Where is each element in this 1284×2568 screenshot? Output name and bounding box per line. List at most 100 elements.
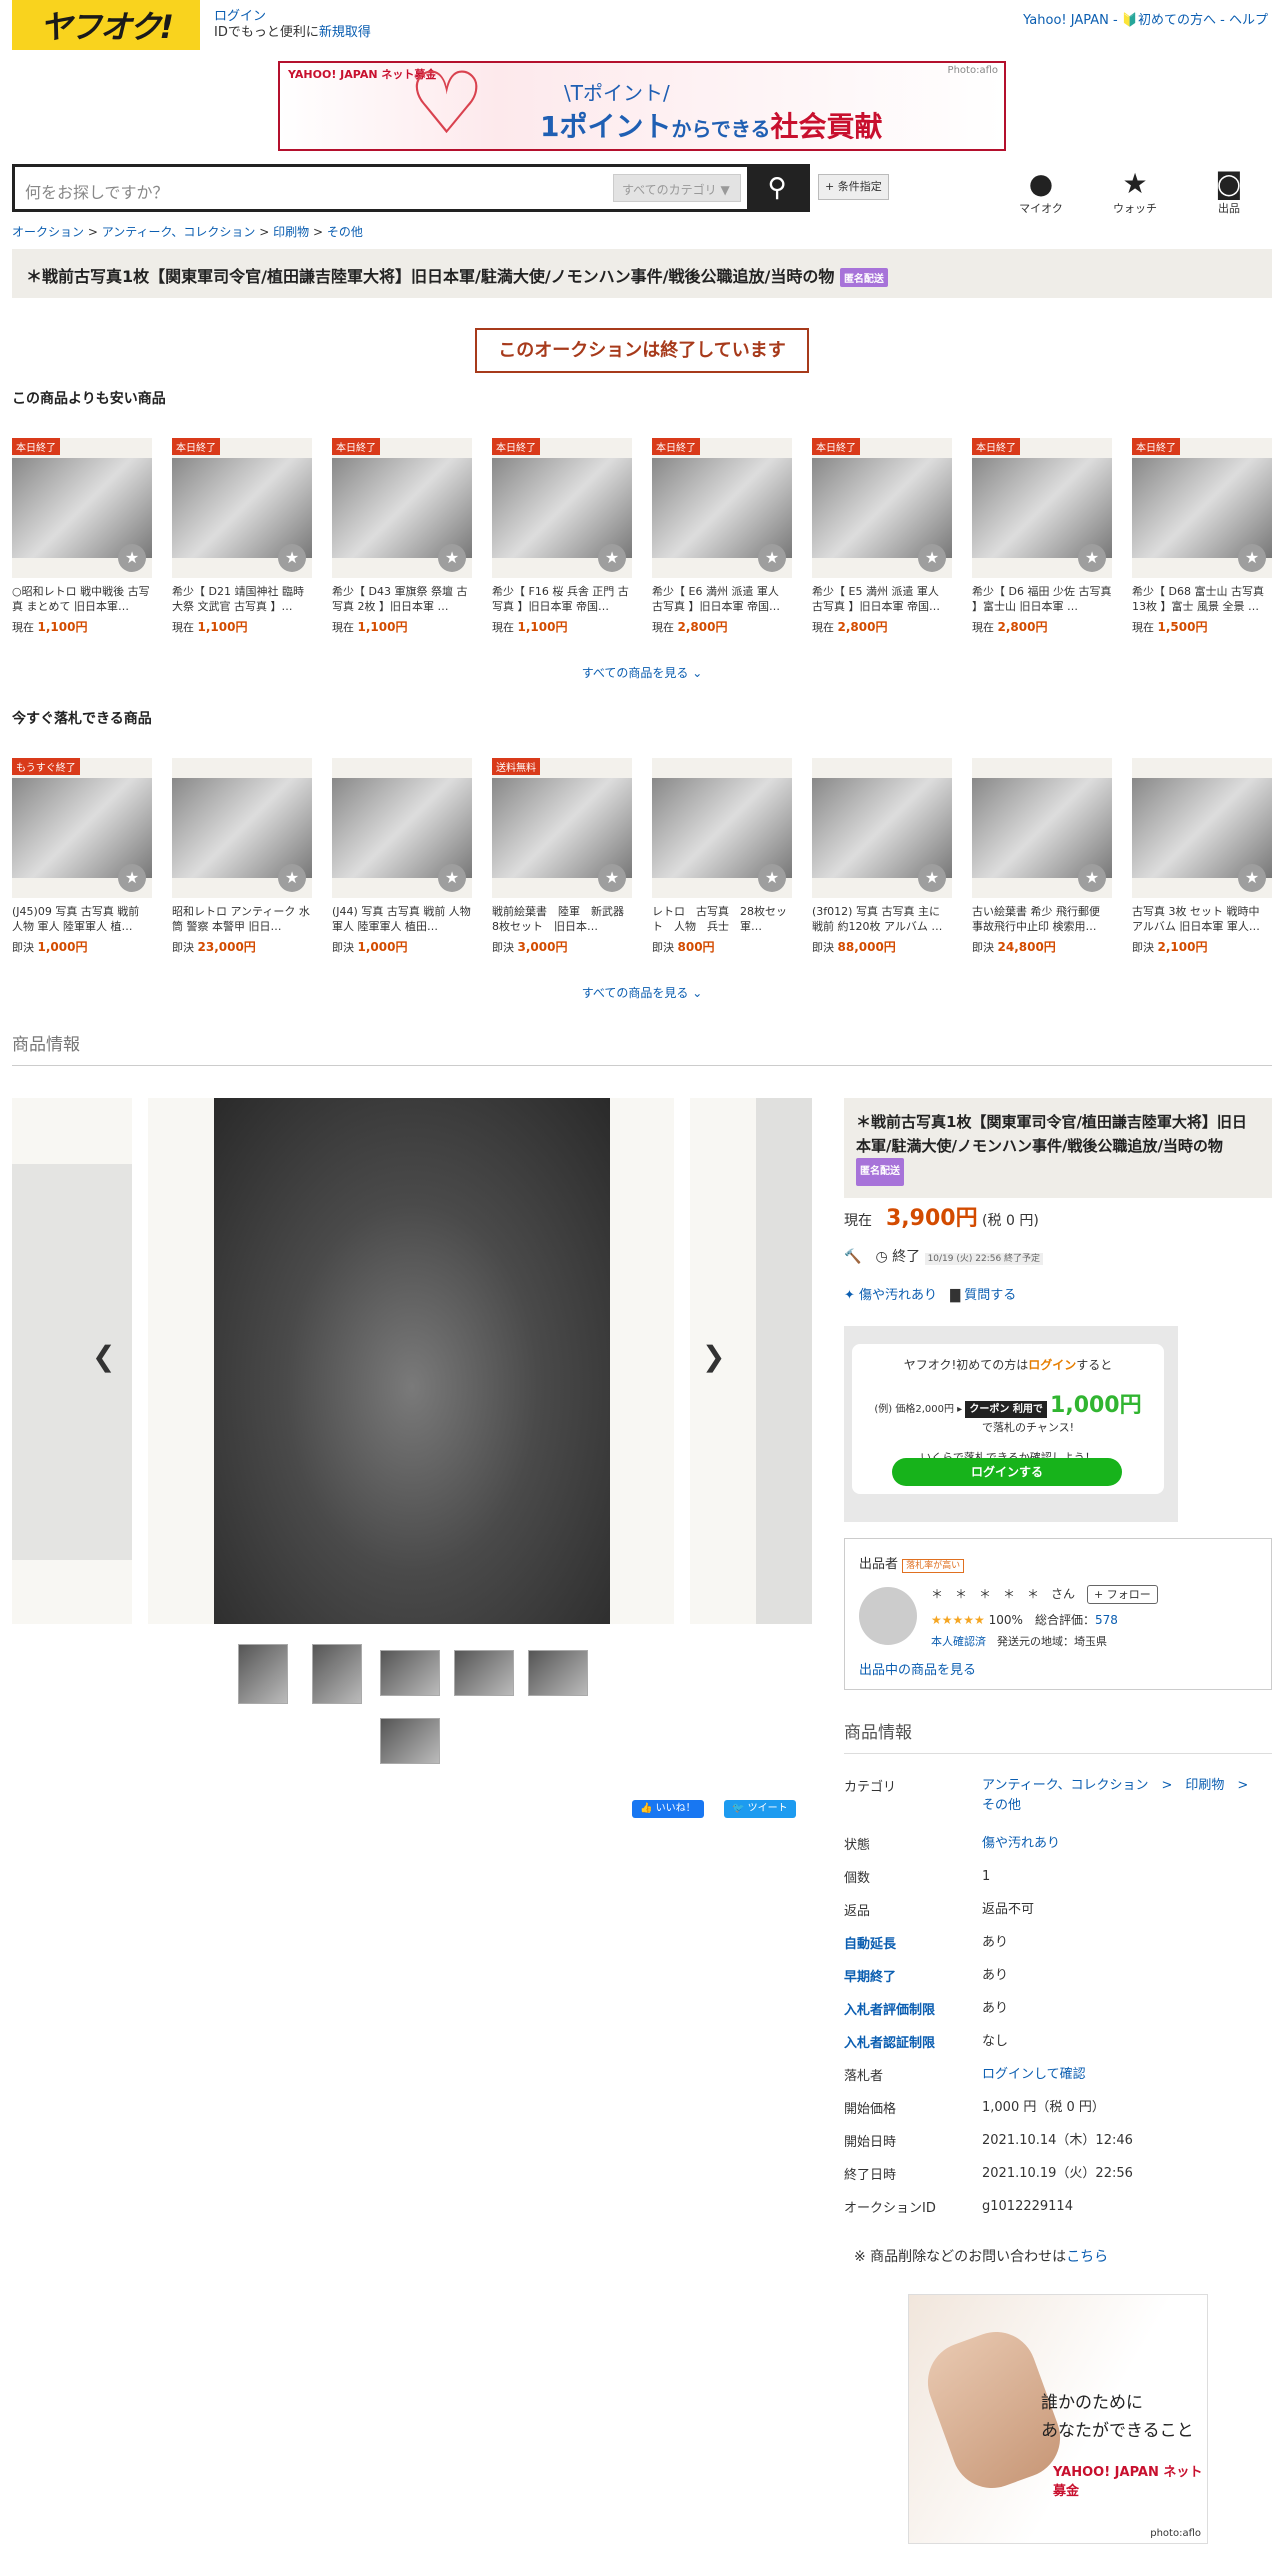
- watch-star-icon[interactable]: ★: [118, 544, 146, 572]
- thumbnail[interactable]: [528, 1650, 588, 1696]
- product-image[interactable]: ★: [812, 758, 952, 898]
- watch-star-icon[interactable]: ★: [1078, 864, 1106, 892]
- breadcrumb-item[interactable]: アンティーク、コレクション: [102, 225, 256, 239]
- product-card[interactable]: 本日終了 ★ 希少【 F16 桜 兵舎 正門 古写真 】旧日本軍 帝国… 現在 1,1…: [492, 438, 632, 635]
- avatar[interactable]: [859, 1587, 917, 1645]
- seller-items-link[interactable]: 出品中の商品を見る: [859, 1659, 976, 1678]
- product-card[interactable]: もうすぐ終了 ★ (J45)09 写真 古写真 戦前 人物 軍人 陸軍軍人 植… 即決…: [12, 758, 152, 955]
- product-name[interactable]: (J44) 写真 古写真 戦前 人物 軍人 陸軍軍人 植田…: [332, 904, 472, 934]
- breadcrumb-item[interactable]: 印刷物: [273, 225, 309, 239]
- watch-star-icon[interactable]: ★: [598, 544, 626, 572]
- myauc-button[interactable]: ● マイオク: [1006, 168, 1076, 216]
- product-card[interactable]: ★ 古い絵葉書 希少 飛行郵便 事故飛行中止印 検索用… 即決 24,800円: [972, 758, 1112, 955]
- watch-star-icon[interactable]: ★: [918, 544, 946, 572]
- main-product-image[interactable]: [214, 1098, 610, 1624]
- watch-star-icon[interactable]: ★: [918, 864, 946, 892]
- thumbnail[interactable]: [312, 1644, 362, 1704]
- thumbnail[interactable]: [454, 1650, 514, 1696]
- product-image[interactable]: もうすぐ終了 ★: [12, 758, 152, 898]
- product-name[interactable]: 戦前絵葉書 陸軍 新武器 8枚セット 旧日本…: [492, 904, 632, 934]
- watch-star-icon[interactable]: ★: [278, 864, 306, 892]
- product-image[interactable]: 本日終了 ★: [812, 438, 952, 578]
- product-name[interactable]: 昭和レトロ アンティーク 水筒 警察 本警甲 旧日…: [172, 904, 312, 934]
- spec-value[interactable]: 傷や汚れあり: [982, 1834, 1272, 1854]
- product-name[interactable]: 古写真 3枚 セット 戦時中 アルバム 旧日本軍 軍人…: [1132, 904, 1272, 934]
- product-card[interactable]: 送料無料 ★ 戦前絵葉書 陸軍 新武器 8枚セット 旧日本… 即決 3,000円: [492, 758, 632, 955]
- condition-link[interactable]: 傷や汚れあり: [859, 1288, 937, 1303]
- total-rating-link[interactable]: 578: [1095, 1613, 1118, 1627]
- watch-star-icon[interactable]: ★: [438, 544, 466, 572]
- watch-star-icon[interactable]: ★: [1078, 544, 1106, 572]
- login-link[interactable]: ログイン: [214, 9, 266, 24]
- product-card[interactable]: 本日終了 ★ 希少【 D6 福田 少佐 古写真 】富士山 旧日本軍 … 現在 2,80…: [972, 438, 1112, 635]
- product-name[interactable]: 希少【 E6 満州 派遣 軍人 古写真 】旧日本軍 帝国…: [652, 584, 792, 614]
- seller-name[interactable]: ＊ ＊ ＊ ＊ ＊ さん: [931, 1587, 1075, 1601]
- category-select[interactable]: すべてのカテゴリ ▼: [613, 174, 741, 202]
- product-card[interactable]: ★ 昭和レトロ アンティーク 水筒 警察 本警甲 旧日… 即決 23,000円: [172, 758, 312, 955]
- product-image[interactable]: ★: [172, 758, 312, 898]
- product-image[interactable]: ★: [332, 758, 472, 898]
- product-card[interactable]: ★ 古写真 3枚 セット 戦時中 アルバム 旧日本軍 軍人… 即決 2,100円: [1132, 758, 1272, 955]
- watch-button[interactable]: ★ ウォッチ: [1100, 168, 1170, 216]
- report-link[interactable]: こちら: [1066, 2249, 1108, 2265]
- product-name[interactable]: ○昭和レトロ 戦中戦後 古写真 まとめて 旧日本軍…: [12, 584, 152, 614]
- sell-button[interactable]: ◙ 出品: [1194, 168, 1264, 216]
- product-card[interactable]: ★ レトロ 古写真 28枚セット 人物 兵士 軍… 即決 800円: [652, 758, 792, 955]
- product-card[interactable]: ★ (J44) 写真 古写真 戦前 人物 軍人 陸軍軍人 植田… 即決 1,000円: [332, 758, 472, 955]
- thumbnail[interactable]: [238, 1644, 288, 1704]
- product-image[interactable]: 本日終了 ★: [492, 438, 632, 578]
- product-name[interactable]: 希少【 E5 満州 派遣 軍人 古写真 】旧日本軍 帝国…: [812, 584, 952, 614]
- product-image[interactable]: 本日終了 ★: [972, 438, 1112, 578]
- product-name[interactable]: レトロ 古写真 28枚セット 人物 兵士 軍…: [652, 904, 792, 934]
- product-card[interactable]: 本日終了 ★ 希少【 D68 富士山 古写真 13枚 】富士 風景 全景 … 現在 1…: [1132, 438, 1272, 635]
- breadcrumb-item[interactable]: その他: [327, 225, 363, 239]
- product-name[interactable]: 希少【 D21 靖国神社 臨時大祭 文武官 古写真 】…: [172, 584, 312, 614]
- tweet-button[interactable]: 🐦 ツイート: [724, 1800, 796, 1818]
- watch-star-icon[interactable]: ★: [278, 544, 306, 572]
- product-card[interactable]: 本日終了 ★ 希少【 E6 満州 派遣 軍人 古写真 】旧日本軍 帝国… 現在 2,8…: [652, 438, 792, 635]
- product-image[interactable]: 送料無料 ★: [492, 758, 632, 898]
- question-link[interactable]: 質問する: [964, 1288, 1016, 1303]
- product-name[interactable]: 希少【 D6 福田 少佐 古写真 】富士山 旧日本軍 …: [972, 584, 1112, 614]
- product-card[interactable]: 本日終了 ★ 希少【 D43 軍旗祭 祭壇 古写真 2枚 】旧日本軍 … 現在 1,1…: [332, 438, 472, 635]
- yahoo-auctions-logo[interactable]: ヤフオク!: [12, 0, 200, 50]
- product-image[interactable]: 本日終了 ★: [1132, 438, 1272, 578]
- breadcrumb-item[interactable]: オークション: [12, 225, 84, 239]
- product-image[interactable]: 本日終了 ★: [12, 438, 152, 578]
- watch-star-icon[interactable]: ★: [758, 864, 786, 892]
- product-name[interactable]: (J45)09 写真 古写真 戦前 人物 軍人 陸軍軍人 植…: [12, 904, 152, 934]
- spec-value[interactable]: ログインして確認: [982, 2065, 1272, 2085]
- facebook-like-button[interactable]: 👍 いいね！: [632, 1800, 704, 1818]
- condition-button[interactable]: + 条件指定: [818, 174, 889, 200]
- product-name[interactable]: (3f012) 写真 古写真 主に 戦前 約120枚 アルバム …: [812, 904, 952, 934]
- search-icon[interactable]: ⚲: [747, 167, 807, 209]
- watch-star-icon[interactable]: ★: [1238, 544, 1266, 572]
- product-image[interactable]: 本日終了 ★: [652, 438, 792, 578]
- product-image[interactable]: 本日終了 ★: [332, 438, 472, 578]
- search-input[interactable]: 何をお探しですか？: [25, 179, 169, 203]
- see-all-buynow-link[interactable]: すべての商品を見る ⌄: [0, 984, 1284, 1001]
- product-name[interactable]: 希少【 D43 軍旗祭 祭壇 古写真 2枚 】旧日本軍 …: [332, 584, 472, 614]
- see-all-cheaper-link[interactable]: すべての商品を見る ⌄: [0, 664, 1284, 681]
- product-image[interactable]: ★: [972, 758, 1112, 898]
- product-card[interactable]: 本日終了 ★ ○昭和レトロ 戦中戦後 古写真 まとめて 旧日本軍… 現在 1,100円: [12, 438, 152, 635]
- promo-login-button[interactable]: ログインする: [892, 1458, 1122, 1486]
- watch-star-icon[interactable]: ★: [758, 544, 786, 572]
- product-card[interactable]: 本日終了 ★ 希少【 E5 満州 派遣 軍人 古写真 】旧日本軍 帝国… 現在 2,8…: [812, 438, 952, 635]
- product-name[interactable]: 古い絵葉書 希少 飛行郵便 事故飛行中止印 検索用…: [972, 904, 1112, 934]
- product-image[interactable]: ★: [652, 758, 792, 898]
- header-links[interactable]: Yahoo! JAPAN - 🔰初めての方へ - ヘルプ: [1023, 9, 1268, 28]
- product-card[interactable]: 本日終了 ★ 希少【 D21 靖国神社 臨時大祭 文武官 古写真 】… 現在 1,10…: [172, 438, 312, 635]
- watch-star-icon[interactable]: ★: [118, 864, 146, 892]
- spec-value[interactable]: アンティーク、コレクション > 印刷物 > その他: [982, 1776, 1272, 1816]
- watch-star-icon[interactable]: ★: [438, 864, 466, 892]
- product-image[interactable]: 本日終了 ★: [172, 438, 312, 578]
- signup-link[interactable]: 新規取得: [319, 25, 371, 40]
- top-ad-banner[interactable]: YAHOO! JAPAN ネット募金 ♡ \Tポイント/ 1ポイントからできる社…: [278, 59, 1006, 151]
- follow-button[interactable]: + フォロー: [1087, 1585, 1158, 1604]
- next-arrow-icon[interactable]: ❯: [702, 1340, 725, 1373]
- prev-arrow-icon[interactable]: ❮: [92, 1340, 115, 1373]
- product-image[interactable]: ★: [1132, 758, 1272, 898]
- watch-star-icon[interactable]: ★: [598, 864, 626, 892]
- watch-star-icon[interactable]: ★: [1238, 864, 1266, 892]
